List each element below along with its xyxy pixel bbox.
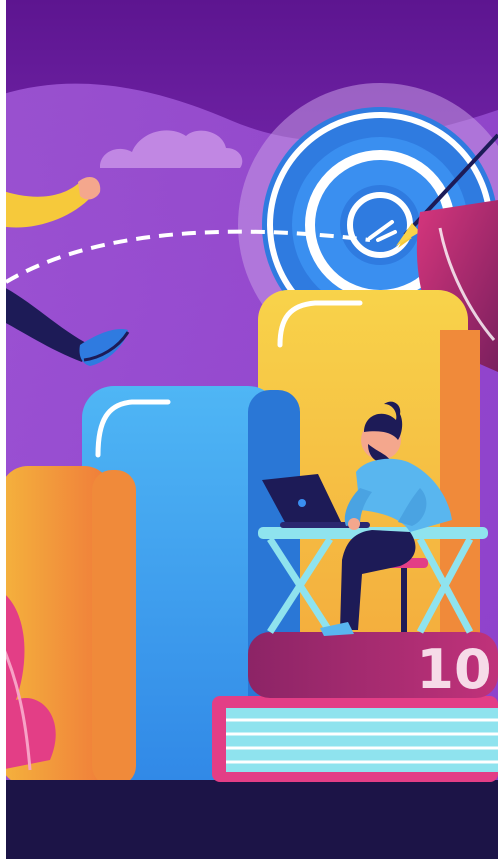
book-label: 10 xyxy=(416,638,491,701)
book-stack: 10 xyxy=(212,632,498,782)
left-border xyxy=(0,0,6,859)
floor xyxy=(0,780,498,859)
illustration-scene: 10 xyxy=(0,0,498,859)
illustration-svg: 10 xyxy=(0,0,498,859)
